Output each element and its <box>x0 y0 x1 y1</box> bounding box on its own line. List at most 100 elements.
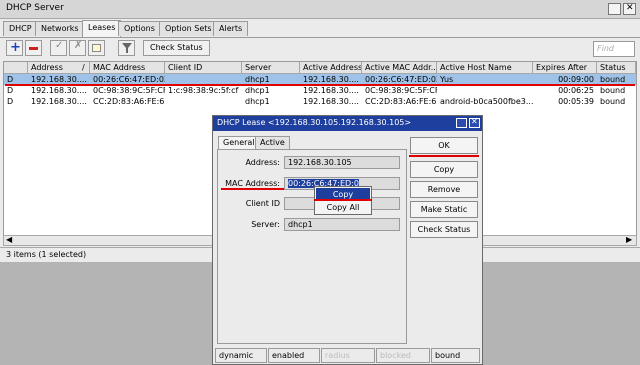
tab-active[interactable]: Active <box>255 136 290 150</box>
menu-item-label: Copy <box>332 190 354 199</box>
lease-dialog: DHCP Lease <192.168.30.105.192.168.30.10… <box>212 115 483 365</box>
ok-label: OK <box>438 141 450 150</box>
enable-button[interactable]: ✓ <box>50 40 67 56</box>
window-title: DHCP Server <box>6 3 64 13</box>
remove-lease-button[interactable]: Remove <box>410 181 478 198</box>
table-row[interactable]: D 192.168.30.... CC:2D:83:A6:FE:6D dhcp1… <box>4 96 636 107</box>
find-placeholder: Find <box>597 44 614 53</box>
copy-label: Copy <box>433 165 455 174</box>
col-header[interactable]: MAC Address <box>90 62 165 74</box>
col-header[interactable]: Expires After <box>533 62 597 74</box>
status-cell-bound: bound <box>431 348 480 363</box>
cell-active-address: 192.168.30.... <box>303 97 359 106</box>
col-header-label: Client ID <box>168 63 203 72</box>
cell-server: dhcp1 <box>245 97 270 106</box>
minus-icon <box>29 47 38 50</box>
tab-options[interactable]: Options <box>118 21 161 36</box>
tab-dhcp[interactable]: DHCP <box>3 21 38 36</box>
annotation-underline <box>409 155 479 157</box>
cell-active-mac: CC:2D:83:A6:FE:6D <box>365 97 437 106</box>
dialog-check-status-button[interactable]: Check Status <box>410 221 478 238</box>
table-row[interactable]: D 192.168.30.... 0C:98:38:9C:5F:CF 1:c:9… <box>4 85 636 96</box>
check-status-label: Check Status <box>417 225 471 234</box>
cell-address: 192.168.30.... <box>31 86 87 95</box>
col-header[interactable] <box>4 62 28 74</box>
dialog-close-button[interactable]: ✕ <box>469 117 480 128</box>
tab-label: Active <box>260 138 285 147</box>
cell-active-mac: 0C:98:38:9C:5F:CF <box>365 86 437 95</box>
check-status-button[interactable]: Check Status <box>143 40 210 56</box>
col-header[interactable]: Active MAC Addr... <box>362 62 437 74</box>
cell-mac: 0C:98:38:9C:5F:CF <box>93 86 165 95</box>
dialog-title: DHCP Lease <192.168.30.105.192.168.30.10… <box>217 118 412 127</box>
dialog-titlebar[interactable]: DHCP Lease <192.168.30.105.192.168.30.10… <box>213 116 482 131</box>
cell-client-id <box>165 96 242 107</box>
server-field[interactable]: dhcp1 <box>284 218 400 231</box>
make-static-label: Make Static <box>420 205 468 214</box>
dialog-restore-button[interactable] <box>456 118 467 128</box>
col-header[interactable]: Address / <box>28 62 90 74</box>
annotation-underline <box>221 188 284 190</box>
cell-host-name <box>437 85 533 96</box>
col-header-label: Expires After <box>536 63 588 72</box>
tab-label: Leases <box>88 23 116 32</box>
close-button[interactable]: ✕ <box>623 3 636 15</box>
make-static-button[interactable]: Make Static <box>410 201 478 218</box>
tab-networks[interactable]: Networks <box>35 21 85 36</box>
annotation-underline <box>314 199 372 201</box>
cell-host-name: android-b0ca500fbe3... <box>440 97 533 106</box>
col-header-label: Active MAC Addr... <box>365 63 437 72</box>
cell-active-address: 192.168.30.... <box>303 86 359 95</box>
scroll-left-icon: ◀ <box>6 235 13 244</box>
copy-button[interactable]: Copy <box>410 161 478 178</box>
check-status-label: Check Status <box>150 43 203 52</box>
tab-alerts[interactable]: Alerts <box>213 21 249 36</box>
menu-item-copy-all[interactable]: Copy All <box>316 201 370 214</box>
cell-expires: 00:06:25 <box>558 86 594 95</box>
tab-bar: DHCP Networks Leases Options Option Sets… <box>0 19 640 38</box>
tab-label: General <box>223 138 255 147</box>
find-input[interactable]: Find <box>593 41 635 57</box>
col-header[interactable]: Active Host Name <box>437 62 533 74</box>
cell-expires: 00:05:39 <box>558 97 594 106</box>
general-panel: Address: 192.168.30.105 MAC Address: 00:… <box>217 149 407 344</box>
col-header-label: Server <box>245 63 272 72</box>
tab-option-sets[interactable]: Option Sets <box>159 21 218 36</box>
col-header-label: Active Host Name <box>440 63 512 72</box>
status-cell-enabled: enabled <box>268 348 320 363</box>
cell-flag: D <box>7 97 14 106</box>
sort-icon: / <box>82 63 85 72</box>
address-field[interactable]: 192.168.30.105 <box>284 156 400 169</box>
status-cell-blocked: blocked <box>376 348 430 363</box>
filter-icon <box>122 43 132 53</box>
col-header-label: MAC Address <box>93 63 146 72</box>
tab-general[interactable]: General <box>218 136 260 150</box>
comment-button[interactable] <box>88 40 105 56</box>
cell-status: bound <box>600 97 626 106</box>
col-header-label: Address <box>31 63 63 72</box>
col-header[interactable]: Status <box>597 62 636 74</box>
cell-mac: CC:2D:83:A6:FE:6D <box>93 97 165 106</box>
restore-button[interactable] <box>608 3 621 15</box>
close-icon: ✕ <box>471 117 478 126</box>
remove-button[interactable] <box>25 40 42 56</box>
filter-button[interactable] <box>118 40 135 56</box>
add-button[interactable]: + <box>6 40 23 56</box>
address-value: 192.168.30.105 <box>288 158 352 167</box>
disable-button[interactable]: ✗ <box>69 40 86 56</box>
cell-address: 192.168.30.... <box>31 97 87 106</box>
annotation-underline <box>5 84 635 86</box>
col-header[interactable]: Active Address <box>300 62 362 74</box>
cell-status: bound <box>600 86 626 95</box>
mac-address-label: MAC Address: <box>225 179 280 188</box>
scroll-right-icon: ▶ <box>626 235 633 244</box>
close-icon: ✕ <box>626 3 634 13</box>
col-header[interactable]: Client ID <box>165 62 242 74</box>
x-icon: ✗ <box>74 40 83 51</box>
tab-leases[interactable]: Leases <box>82 20 122 37</box>
ok-button[interactable]: OK <box>410 137 478 154</box>
server-label: Server: <box>251 220 280 229</box>
menu-item-label: Copy All <box>326 203 360 212</box>
address-label: Address: <box>245 158 280 167</box>
col-header[interactable]: Server <box>242 62 300 74</box>
